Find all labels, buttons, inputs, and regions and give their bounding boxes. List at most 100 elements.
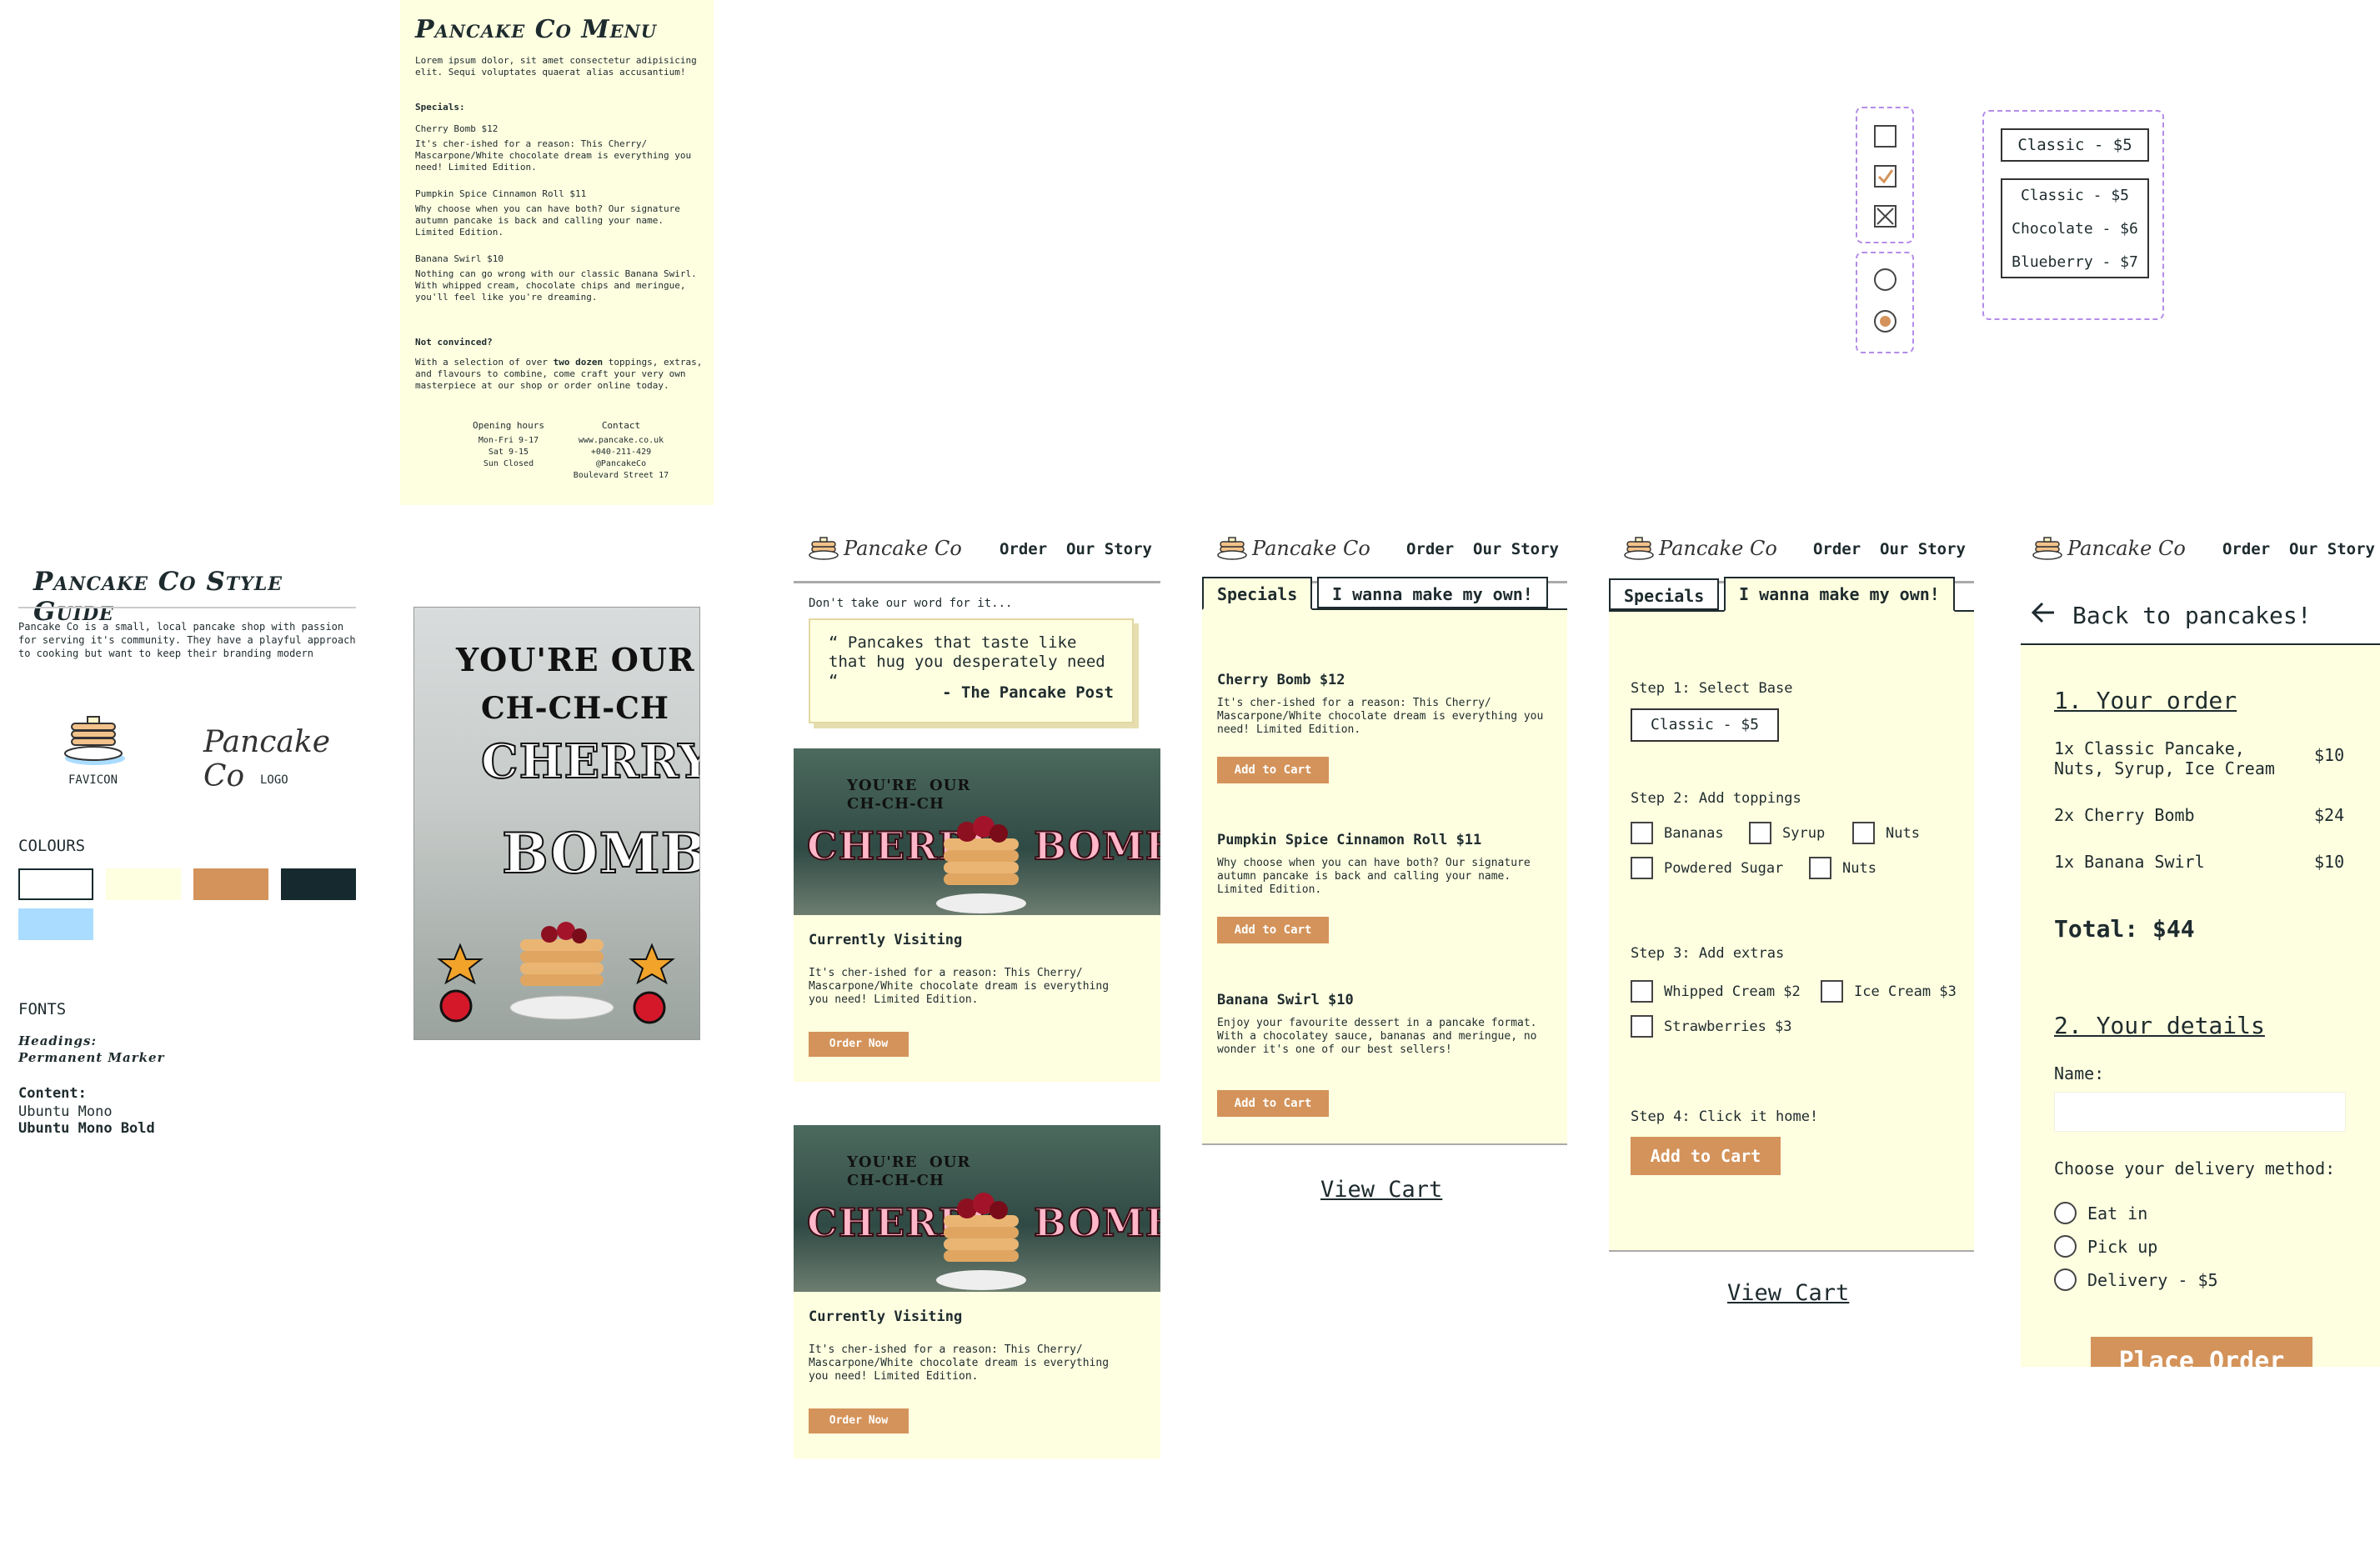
- pancake-logo-icon[interactable]: [809, 533, 839, 562]
- back-link[interactable]: Back to pancakes!: [2072, 602, 2312, 629]
- visiting-card: Currently Visiting It's cher-ished for a…: [794, 915, 1160, 1082]
- content-label: Content:: [18, 1085, 87, 1102]
- step4-label: Step 4: Click it home!: [1631, 1108, 1819, 1125]
- tab-make-own[interactable]: I wanna make my own!: [1724, 577, 1955, 612]
- pancake-logo-icon[interactable]: [2032, 533, 2062, 562]
- pancake-stack-image: [935, 790, 1027, 915]
- view-cart-link[interactable]: View Cart: [1727, 1280, 1849, 1306]
- nav-link-story[interactable]: Our Story: [1066, 540, 1152, 558]
- menu-title: Pancake Co Menu: [415, 15, 658, 44]
- topping-checkbox[interactable]: [1809, 857, 1831, 879]
- pancake-stack-image: [508, 916, 616, 1024]
- radio-selected[interactable]: [1874, 310, 1896, 333]
- topping-checkbox[interactable]: [1852, 822, 1875, 844]
- home-screen: Pancake Co Order Our Story Don't take ou…: [794, 525, 1160, 1458]
- order-line-price: $24: [2314, 805, 2345, 825]
- nav-links: Order Our Story: [1406, 540, 1559, 558]
- styleguide-desc: Pancake Co is a small, local pancake sho…: [18, 621, 356, 659]
- delivery-radio[interactable]: [2054, 1202, 2077, 1224]
- quote-card: “ Pancakes that taste like that hug you …: [809, 618, 1134, 723]
- add-to-cart-button[interactable]: Add to Cart: [1217, 1090, 1329, 1117]
- add-to-cart-button[interactable]: Add to Cart: [1631, 1137, 1781, 1175]
- add-to-cart-button[interactable]: Add to Cart: [1217, 757, 1329, 783]
- radio-samples: [1856, 252, 1914, 353]
- colour-swatch-navy: [281, 868, 356, 900]
- quote-source: - The Pancake Post: [942, 683, 1114, 702]
- select-option[interactable]: Classic - $5: [2002, 180, 2147, 213]
- checkbox-unchecked[interactable]: [1874, 125, 1896, 148]
- nav-logo-text[interactable]: Pancake Co: [1252, 537, 1370, 560]
- visiting-heading: Currently Visiting: [809, 932, 963, 948]
- cherry-bomb-banner: YOU'RE OUR CH-CH-CH CHERRY BOMB!: [794, 1125, 1160, 1292]
- view-cart-link[interactable]: View Cart: [1320, 1177, 1442, 1203]
- nav-logo-text[interactable]: Pancake Co: [844, 537, 962, 560]
- extra-checkbox[interactable]: [1631, 980, 1653, 1003]
- tab-make-own[interactable]: I wanna make my own!: [1317, 577, 1548, 608]
- name-input[interactable]: [2054, 1092, 2346, 1132]
- nav-link-story[interactable]: Our Story: [2289, 540, 2375, 558]
- nav-link-order[interactable]: Order: [1406, 540, 1454, 558]
- menu-item-desc: It's cher-ished for a reason: This Cherr…: [415, 138, 692, 173]
- topping-label: Syrup: [1782, 825, 1826, 842]
- place-order-button[interactable]: Place Order: [2091, 1337, 2312, 1367]
- menu-item-name: Pumpkin Spice Cinnamon Roll $11: [415, 188, 587, 199]
- nav-links: Order Our Story: [1000, 540, 1152, 558]
- fonts-heading: FONTS: [18, 1000, 67, 1018]
- banner-bomb-text: BOMB!: [1033, 1199, 1160, 1246]
- pancake-icon: [60, 708, 127, 767]
- styleguide-title: Pancake Co Style Guide: [33, 567, 283, 627]
- add-to-cart-button[interactable]: Add to Cart: [1217, 917, 1329, 943]
- delivery-radio[interactable]: [2054, 1235, 2077, 1258]
- banner-bomb-text: BOMB!: [1033, 823, 1160, 869]
- menu-not-convinced-text: With a selection of over two dozen toppi…: [415, 357, 703, 391]
- topping-checkbox[interactable]: [1749, 822, 1771, 844]
- order-total: Total: $44: [2054, 915, 2195, 943]
- special-desc: Enjoy your favourite dessert in a pancak…: [1217, 1017, 1537, 1056]
- order-line-item: 2x Cherry Bomb: [2054, 805, 2195, 825]
- menu-not-convinced: Not convinced?: [415, 337, 493, 348]
- back-bar[interactable]: Back to pancakes!: [2021, 583, 2380, 645]
- tab-specials[interactable]: Specials: [1202, 577, 1313, 610]
- special-desc: It's cher-ished for a reason: This Cherr…: [1217, 697, 1544, 736]
- select-option[interactable]: Chocolate - $6: [2002, 213, 2147, 247]
- extra-checkbox[interactable]: [1821, 980, 1843, 1003]
- special-name: Banana Swirl $10: [1217, 992, 1354, 1008]
- nav-logo-text[interactable]: Pancake Co: [2067, 537, 2186, 560]
- custom-screen: Pancake Co Order Our Story Specials I wa…: [1609, 525, 1974, 1317]
- headings-font: Permanent Marker: [18, 1050, 165, 1065]
- topping-checkbox[interactable]: [1631, 857, 1653, 879]
- radio-unselected[interactable]: [1874, 268, 1896, 291]
- navbar: Pancake Co Order Our Story: [1202, 525, 1567, 583]
- step1-label: Step 1: Select Base: [1631, 680, 1793, 697]
- nav-link-order[interactable]: Order: [2222, 540, 2270, 558]
- nav-links: Order Our Story: [2222, 540, 2375, 558]
- nav-logo-text[interactable]: Pancake Co: [1659, 537, 1777, 560]
- topping-checkbox[interactable]: [1631, 822, 1653, 844]
- checkbox-checked[interactable]: [1874, 165, 1896, 188]
- arrow-left-icon[interactable]: [2031, 602, 2056, 623]
- order-now-button[interactable]: Order Now: [809, 1408, 909, 1433]
- pancake-logo-icon[interactable]: [1217, 533, 1247, 562]
- nav-link-order[interactable]: Order: [1813, 540, 1861, 558]
- select-option[interactable]: Blueberry - $7: [2002, 247, 2147, 280]
- pancake-logo-icon[interactable]: [1624, 533, 1654, 562]
- extra-checkbox[interactable]: [1631, 1015, 1653, 1038]
- nav-link-order[interactable]: Order: [1000, 540, 1047, 558]
- nav-link-story[interactable]: Our Story: [1880, 540, 1966, 558]
- visiting-heading: Currently Visiting: [809, 1308, 963, 1325]
- nav-link-story[interactable]: Our Story: [1473, 540, 1559, 558]
- order-line-item: 1x Classic Pancake, Nuts, Syrup, Ice Cre…: [2054, 738, 2275, 778]
- select-closed[interactable]: Classic - $5: [2001, 128, 2149, 162]
- navbar: Pancake Co Order Our Story: [794, 525, 1160, 583]
- delivery-radio[interactable]: [2054, 1268, 2077, 1291]
- cherry-icon: [623, 941, 681, 1024]
- base-select[interactable]: Classic - $5: [1631, 708, 1779, 742]
- tab-specials[interactable]: Specials: [1609, 578, 1720, 610]
- menu-item-desc: Nothing can go wrong with our classic Ba…: [415, 268, 697, 303]
- visiting-desc: It's cher-ished for a reason: This Cherr…: [809, 967, 1110, 1006]
- checkbox-crossed[interactable]: [1874, 205, 1896, 228]
- pancake-stack-image: [935, 1167, 1027, 1292]
- menu-item-name: Cherry Bomb $12: [415, 123, 499, 134]
- order-now-button[interactable]: Order Now: [809, 1032, 909, 1057]
- headings-label: Headings:: [18, 1033, 97, 1048]
